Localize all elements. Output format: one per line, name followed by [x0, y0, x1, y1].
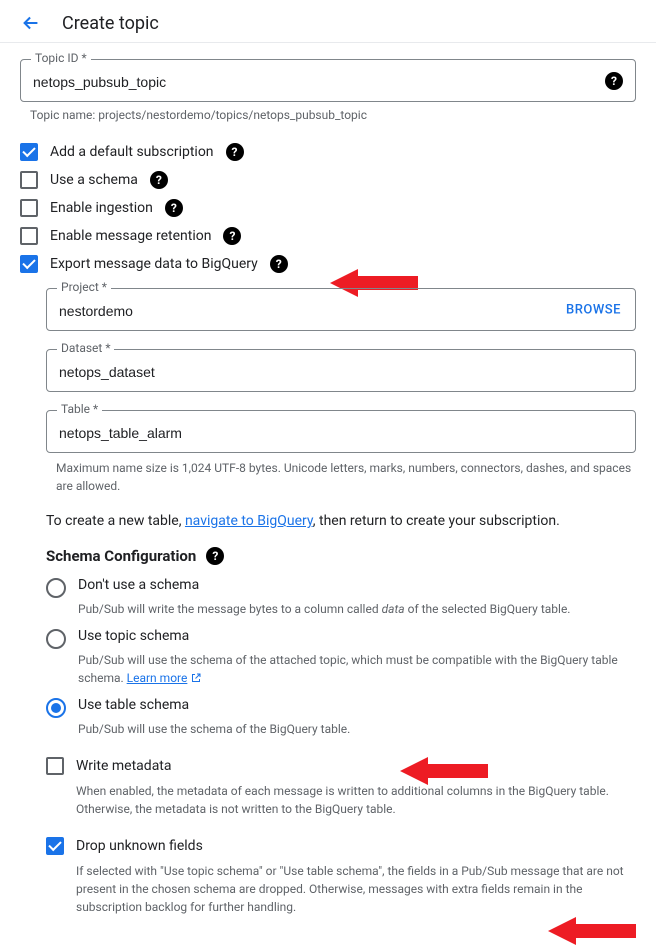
enable-ingestion-checkbox[interactable] — [20, 199, 38, 217]
help-icon[interactable]: ? — [165, 199, 183, 217]
project-label: Project * — [57, 280, 111, 294]
dataset-field[interactable]: Dataset * — [46, 349, 636, 392]
schema-topic-desc: Pub/Sub will use the schema of the attac… — [78, 651, 636, 687]
help-icon[interactable]: ? — [226, 143, 244, 161]
use-schema-checkbox[interactable] — [20, 171, 38, 189]
drop-unknown-checkbox[interactable] — [46, 837, 64, 855]
topic-name-text: Topic name: projects/nestordemo/topics/n… — [30, 108, 636, 122]
topic-id-label: Topic ID * — [31, 51, 91, 65]
schema-none-label: Don't use a schema — [78, 577, 199, 593]
learn-more-link[interactable]: Learn more — [127, 669, 203, 687]
default-subscription-checkbox[interactable] — [20, 143, 38, 161]
help-icon[interactable]: ? — [605, 72, 623, 90]
schema-topic-label: Use topic schema — [78, 628, 189, 644]
project-input[interactable] — [59, 303, 535, 319]
schema-config-heading: Schema Configuration ? — [46, 547, 636, 565]
topic-id-input[interactable] — [33, 74, 591, 90]
table-help-text: Maximum name size is 1,024 UTF-8 bytes. … — [56, 459, 636, 495]
table-input[interactable] — [59, 425, 623, 441]
help-icon[interactable]: ? — [223, 227, 241, 245]
default-subscription-label: Add a default subscription — [50, 144, 214, 160]
help-icon[interactable]: ? — [270, 255, 288, 273]
export-bigquery-checkbox[interactable] — [20, 255, 38, 273]
schema-topic-radio[interactable] — [46, 629, 66, 649]
enable-ingestion-label: Enable ingestion — [50, 200, 153, 216]
browse-button[interactable]: BROWSE — [566, 302, 621, 317]
create-table-text: To create a new table, navigate to BigQu… — [46, 513, 636, 529]
schema-table-radio[interactable] — [46, 698, 66, 718]
page-title: Create topic — [62, 13, 159, 34]
enable-retention-label: Enable message retention — [50, 228, 211, 244]
use-schema-label: Use a schema — [50, 172, 138, 188]
external-link-icon — [190, 672, 202, 684]
dataset-label: Dataset * — [57, 341, 114, 355]
drop-unknown-desc: If selected with "Use topic schema" or "… — [76, 862, 636, 916]
back-arrow-icon[interactable] — [20, 12, 42, 34]
help-icon[interactable]: ? — [206, 547, 224, 565]
write-metadata-desc: When enabled, the metadata of each messa… — [76, 782, 636, 818]
enable-retention-checkbox[interactable] — [20, 227, 38, 245]
drop-unknown-label: Drop unknown fields — [76, 838, 203, 854]
write-metadata-label: Write metadata — [76, 758, 172, 774]
schema-table-label: Use table schema — [78, 697, 189, 713]
export-bigquery-label: Export message data to BigQuery — [50, 256, 258, 272]
table-field[interactable]: Table * — [46, 410, 636, 453]
schema-none-desc: Pub/Sub will write the message bytes to … — [78, 600, 636, 618]
write-metadata-checkbox[interactable] — [46, 757, 64, 775]
navigate-bigquery-link[interactable]: navigate to BigQuery — [185, 513, 313, 529]
schema-table-desc: Pub/Sub will use the schema of the BigQu… — [78, 720, 636, 738]
project-field[interactable]: Project * BROWSE — [46, 288, 636, 331]
annotation-arrow-icon — [548, 913, 638, 949]
topic-id-field[interactable]: Topic ID * ? — [20, 59, 636, 102]
help-icon[interactable]: ? — [150, 171, 168, 189]
dataset-input[interactable] — [59, 364, 623, 380]
table-label: Table * — [57, 402, 102, 416]
schema-none-radio[interactable] — [46, 578, 66, 598]
